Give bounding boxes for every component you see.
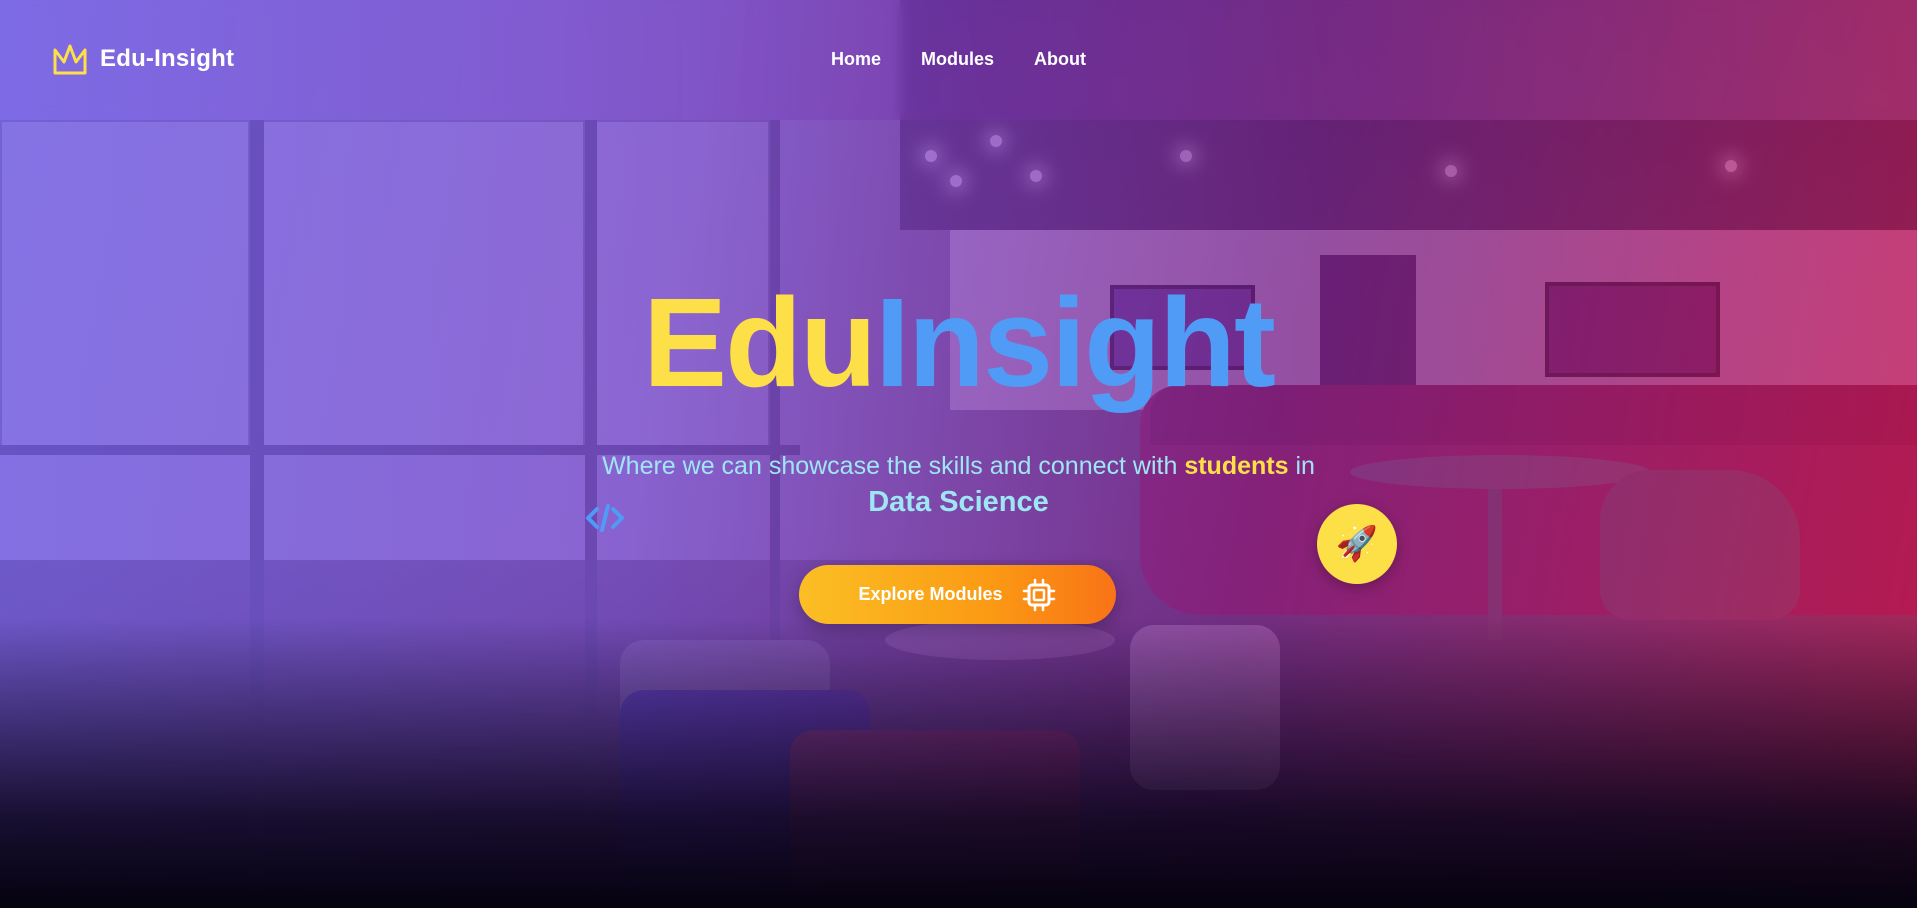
nav-modules[interactable]: Modules [921, 49, 994, 70]
hero-subject: Data Science [868, 486, 1049, 518]
tagline-text-end: in [1288, 452, 1315, 480]
tagline-text: Where we can showcase the skills and con… [602, 452, 1185, 480]
hero-tagline: Where we can showcase the skills and con… [0, 452, 1917, 481]
code-icon [586, 504, 624, 532]
nav-home[interactable]: Home [831, 49, 881, 70]
chip-icon [1022, 578, 1055, 611]
tagline-highlight: students [1184, 452, 1289, 480]
brand-name: Edu-Insight [100, 45, 235, 72]
crown-icon [53, 44, 87, 75]
rocket-icon: 🚀 [1335, 525, 1379, 563]
site-header: Edu-Insight Home Modules About [0, 0, 1917, 120]
main-nav: Home Modules About [831, 49, 1086, 70]
brand[interactable]: Edu-Insight [52, 42, 234, 76]
explore-modules-button[interactable]: Explore Modules [799, 565, 1116, 624]
nav-about[interactable]: About [1034, 49, 1086, 70]
hero-title: EduInsight [0, 280, 1917, 406]
explore-modules-label: Explore Modules [858, 584, 1003, 604]
rocket-badge: 🚀 [1317, 504, 1397, 584]
hero-title-part1: Edu [643, 272, 877, 413]
hero-title-part2: Insight [875, 272, 1276, 413]
